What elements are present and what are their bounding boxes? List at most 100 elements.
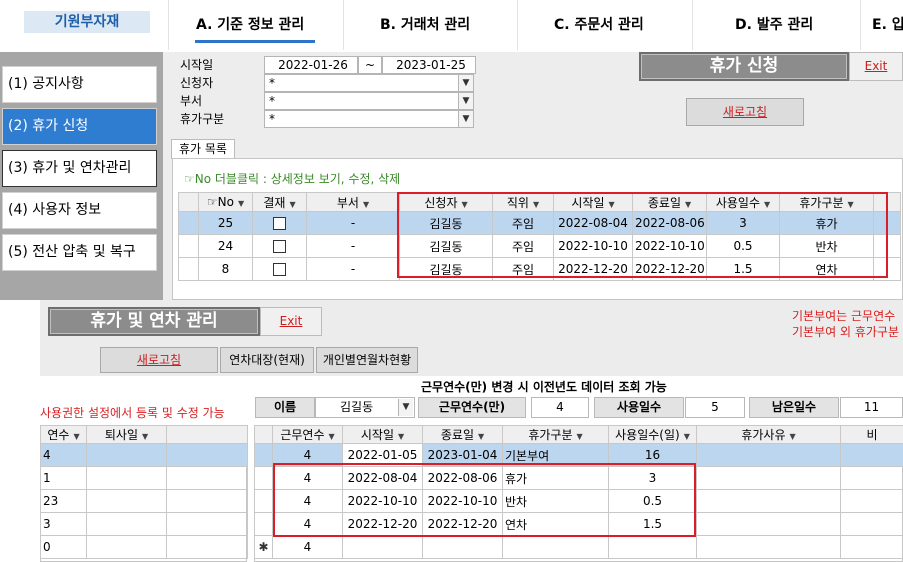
row-selector[interactable]	[178, 234, 199, 258]
exit-button[interactable]: Exit	[849, 52, 903, 81]
cell-no[interactable]: 8	[198, 257, 253, 281]
table-row[interactable]: 1	[40, 466, 248, 490]
approval-checkbox[interactable]	[273, 217, 286, 230]
app-logo: 기원부자재	[24, 11, 150, 33]
cell-retire	[86, 466, 167, 490]
column-header[interactable]: 휴가구분 ▼	[502, 425, 609, 444]
column-header[interactable]: 비	[840, 425, 903, 444]
tab-customer[interactable]: B. 거래처 관리	[380, 14, 470, 36]
cell-end[interactable]	[422, 535, 503, 559]
column-header-label: 결재	[263, 195, 286, 210]
table-row[interactable]: 4	[40, 443, 248, 467]
table-row-new[interactable]: ✱ 4	[254, 535, 903, 559]
dept-label: 부서	[180, 94, 203, 108]
row-selector[interactable]	[178, 257, 199, 281]
tab-e[interactable]: E. 입	[872, 14, 903, 36]
refresh-button[interactable]: 새로고침	[100, 347, 218, 373]
column-header[interactable]: 종료일 ▼	[422, 425, 503, 444]
used-days-field[interactable]: 5	[685, 397, 745, 418]
used-days-label: 사용일수	[594, 397, 684, 418]
sort-arrow-icon: ▼	[789, 432, 796, 441]
approval-checkbox[interactable]	[273, 263, 286, 276]
tab-leave-list[interactable]: 휴가 목록	[171, 139, 235, 159]
years-label: 근무연수(만)	[418, 397, 526, 418]
note-right-1: 기본부여는 근무연수	[792, 309, 896, 323]
chevron-down-icon[interactable]: ▼	[458, 75, 473, 91]
cell-reason[interactable]	[696, 535, 841, 559]
applicant-value: *	[269, 76, 275, 90]
sort-arrow-icon: ▼	[576, 432, 583, 441]
cell-extra	[166, 489, 248, 513]
row-selector[interactable]	[254, 489, 273, 513]
sort-arrow-icon: ▼	[397, 432, 405, 441]
applicant-select[interactable]: *	[264, 74, 474, 92]
years-table: 연수 ▼ 퇴사일 ▼ 4 1 23 3 0	[40, 425, 248, 559]
refresh-button[interactable]: 새로고침	[686, 98, 804, 126]
sort-arrow-icon: ▼	[289, 199, 296, 209]
sidebar-item-notice[interactable]: (1) 공지사항	[2, 66, 157, 103]
row-selector[interactable]	[178, 211, 199, 235]
column-header[interactable]: 결재 ▼	[252, 192, 307, 212]
column-header-label: 근무연수	[280, 428, 325, 442]
cell-reason	[696, 443, 841, 467]
chevron-down-icon[interactable]: ▼	[458, 111, 473, 127]
cell-dept: -	[306, 257, 400, 281]
exit-button[interactable]: Exit	[260, 307, 322, 336]
cell-dept: -	[306, 234, 400, 258]
table-row[interactable]: 23	[40, 489, 248, 513]
column-header[interactable]: 부서 ▼	[306, 192, 400, 212]
cell-type[interactable]	[502, 535, 609, 559]
table-row[interactable]: 0	[40, 535, 248, 559]
column-header[interactable]: 연수 ▼	[40, 425, 87, 444]
chevron-down-icon[interactable]: ▼	[398, 399, 413, 416]
cell-reason	[696, 466, 841, 490]
column-header[interactable]: 시작일 ▼	[342, 425, 423, 444]
sidebar-item-leave-management[interactable]: (3) 휴가 및 연차관리	[2, 150, 157, 187]
table-row[interactable]: 3	[40, 512, 248, 536]
years-field[interactable]: 4	[531, 397, 589, 418]
remaining-days-field[interactable]: 11	[840, 397, 903, 418]
cell-dept: -	[306, 211, 400, 235]
leave-type-select[interactable]: *	[264, 110, 474, 128]
cell-start[interactable]	[342, 535, 423, 559]
cell-approval[interactable]	[252, 234, 307, 258]
tab-basic-info[interactable]: A. 기준 정보 관리	[196, 14, 304, 36]
row-selector[interactable]	[254, 466, 273, 490]
cell-extra	[166, 535, 248, 559]
cell-years: 1	[40, 466, 87, 490]
approval-checkbox[interactable]	[273, 240, 286, 253]
cell-years[interactable]: 4	[272, 535, 343, 559]
column-header-label: 사용일수(일)	[615, 428, 680, 442]
date-from-field[interactable]: 2022-01-26	[264, 56, 358, 74]
menu-separator	[517, 0, 518, 50]
column-header[interactable]: ☞No ▼	[198, 192, 253, 212]
personal-status-button[interactable]: 개인별연월차현황	[316, 347, 418, 373]
note-right-2: 기본부여 외 휴가구분	[792, 325, 899, 339]
app-root: { "topnav": { "logo": "기원부자재", "tabs": […	[0, 0, 903, 562]
cell-years: 23	[40, 489, 87, 513]
cell-approval[interactable]	[252, 211, 307, 235]
sidebar-item-leave-request[interactable]: (2) 휴가 신청	[2, 108, 157, 145]
row-selector[interactable]	[254, 443, 273, 467]
cell-approval[interactable]	[252, 257, 307, 281]
tab-order[interactable]: C. 주문서 관리	[554, 14, 644, 36]
column-header[interactable]: 휴가사유 ▼	[696, 425, 841, 444]
annual-ledger-button[interactable]: 연차대장(현재)	[220, 347, 314, 373]
row-selector[interactable]	[254, 512, 273, 536]
leave-type-label: 휴가구분	[180, 112, 225, 126]
cell-days[interactable]	[608, 535, 697, 559]
cell-no[interactable]: 24	[198, 234, 253, 258]
dept-select[interactable]: *	[264, 92, 474, 110]
tab-purchase[interactable]: D. 발주 관리	[735, 14, 813, 36]
sidebar-item-backup[interactable]: (5) 전산 압축 및 복구	[2, 234, 157, 271]
cell-retire	[86, 535, 167, 559]
cell-no[interactable]: 25	[198, 211, 253, 235]
date-to-field[interactable]: 2023-01-25	[382, 56, 476, 74]
sidebar-item-user-info[interactable]: (4) 사용자 정보	[2, 192, 157, 229]
column-header[interactable]: 퇴사일 ▼	[86, 425, 167, 444]
note-center: 근무연수(만) 변경 시 이전년도 데이터 조회 가능	[421, 380, 667, 394]
chevron-down-icon[interactable]: ▼	[458, 93, 473, 109]
cell-reason	[696, 512, 841, 536]
column-header[interactable]: 근무연수 ▼	[272, 425, 343, 444]
column-header[interactable]: 사용일수(일) ▼	[608, 425, 697, 444]
